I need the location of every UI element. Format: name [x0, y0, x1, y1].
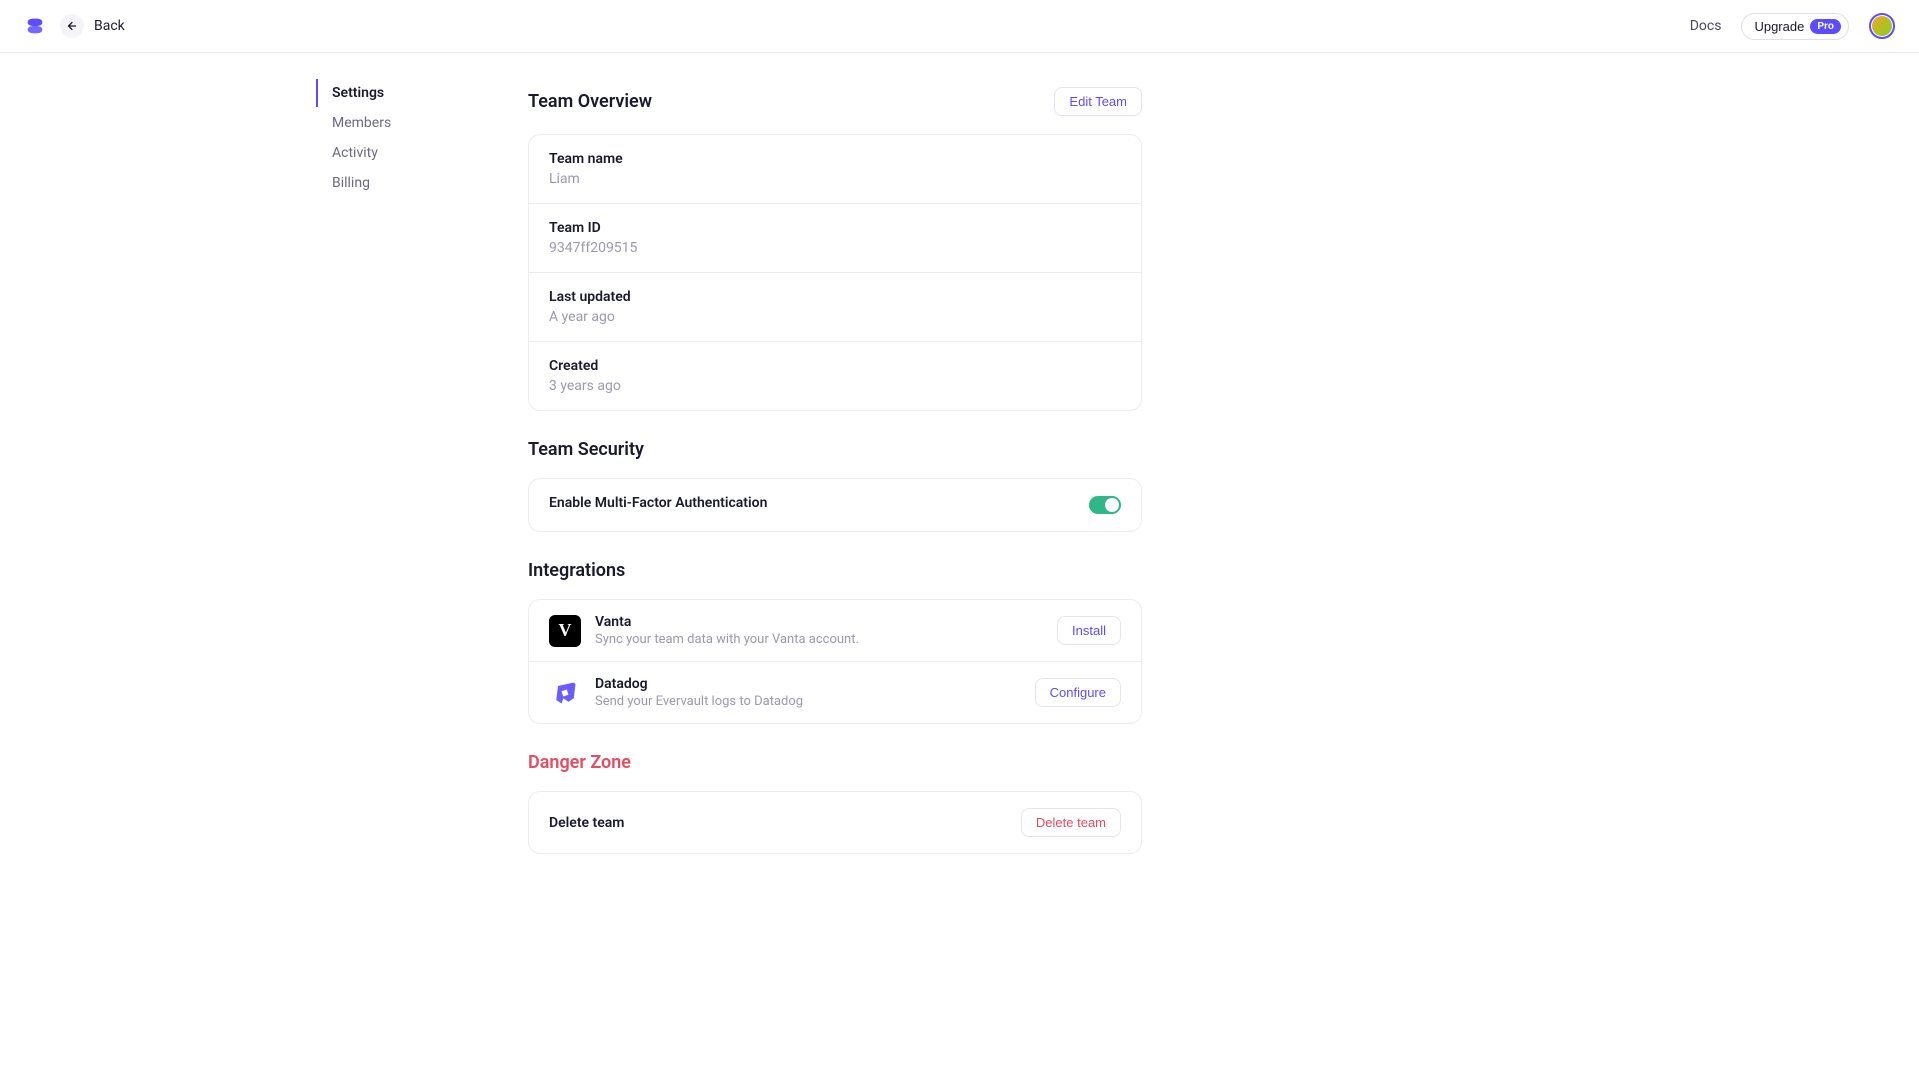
integration-desc: Sync your team data with your Vanta acco…	[595, 632, 859, 647]
docs-link[interactable]: Docs	[1690, 18, 1722, 34]
danger-title: Danger Zone	[528, 752, 631, 773]
danger-header: Danger Zone	[528, 752, 1142, 773]
upgrade-label: Upgrade	[1754, 19, 1804, 34]
sidebar-item-billing[interactable]: Billing	[316, 169, 516, 197]
sidebar: Settings Members Activity Billing	[316, 79, 516, 199]
toggle-knob	[1105, 498, 1119, 512]
overview-row-team-name: Team name Liam	[529, 135, 1141, 204]
sidebar-item-members[interactable]: Members	[316, 109, 516, 137]
content: Team Overview Edit Team Team name Liam T…	[528, 79, 1142, 914]
security-title: Team Security	[528, 439, 644, 460]
back-button-wrap[interactable]: Back	[60, 14, 125, 38]
mfa-label: Enable Multi-Factor Authentication	[549, 495, 767, 511]
configure-button[interactable]: Configure	[1035, 678, 1121, 707]
pro-badge: Pro	[1810, 19, 1841, 34]
integration-left: V Vanta Sync your team data with your Va…	[549, 614, 859, 647]
vanta-icon: V	[549, 615, 581, 647]
back-label: Back	[94, 18, 125, 34]
field-value: 3 years ago	[549, 378, 621, 394]
datadog-icon	[549, 677, 581, 709]
header: Back Docs Upgrade Pro	[0, 0, 1919, 53]
field-value: A year ago	[549, 309, 631, 325]
main: Settings Members Activity Billing Team O…	[0, 53, 1919, 914]
avatar[interactable]	[1869, 13, 1895, 39]
header-left: Back	[24, 14, 125, 38]
integrations-title: Integrations	[528, 560, 625, 581]
integrations-card: V Vanta Sync your team data with your Va…	[528, 599, 1142, 724]
edit-team-button[interactable]: Edit Team	[1054, 87, 1142, 116]
integration-name: Datadog	[595, 676, 803, 692]
logo[interactable]	[24, 15, 46, 37]
overview-header: Team Overview Edit Team	[528, 87, 1142, 116]
integration-row-vanta: V Vanta Sync your team data with your Va…	[529, 600, 1141, 662]
integration-desc: Send your Evervault logs to Datadog	[595, 694, 803, 709]
mfa-row: Enable Multi-Factor Authentication	[529, 479, 1141, 531]
back-button[interactable]	[60, 14, 84, 38]
field-label: Team ID	[549, 220, 637, 236]
overview-row-last-updated: Last updated A year ago	[529, 273, 1141, 342]
overview-card: Team name Liam Team ID 9347ff209515 Last…	[528, 134, 1142, 411]
upgrade-button[interactable]: Upgrade Pro	[1741, 13, 1849, 40]
overview-row-created: Created 3 years ago	[529, 342, 1141, 410]
field-value: Liam	[549, 171, 623, 187]
integration-name: Vanta	[595, 614, 859, 630]
danger-card: Delete team Delete team	[528, 791, 1142, 854]
install-button[interactable]: Install	[1057, 616, 1121, 645]
delete-team-row: Delete team Delete team	[529, 792, 1141, 853]
sidebar-item-activity[interactable]: Activity	[316, 139, 516, 167]
mfa-toggle[interactable]	[1089, 496, 1121, 514]
sidebar-item-settings[interactable]: Settings	[316, 79, 516, 107]
integration-left: Datadog Send your Evervault logs to Data…	[549, 676, 803, 709]
field-label: Last updated	[549, 289, 631, 305]
delete-team-button[interactable]: Delete team	[1021, 808, 1121, 837]
delete-team-label: Delete team	[549, 815, 624, 831]
overview-row-team-id: Team ID 9347ff209515	[529, 204, 1141, 273]
overview-title: Team Overview	[528, 91, 652, 112]
field-label: Team name	[549, 151, 623, 167]
field-value: 9347ff209515	[549, 240, 637, 256]
header-right: Docs Upgrade Pro	[1690, 13, 1895, 40]
integrations-header: Integrations	[528, 560, 1142, 581]
field-label: Created	[549, 358, 621, 374]
arrow-left-icon	[66, 20, 78, 32]
security-card: Enable Multi-Factor Authentication	[528, 478, 1142, 532]
integration-row-datadog: Datadog Send your Evervault logs to Data…	[529, 662, 1141, 723]
security-header: Team Security	[528, 439, 1142, 460]
